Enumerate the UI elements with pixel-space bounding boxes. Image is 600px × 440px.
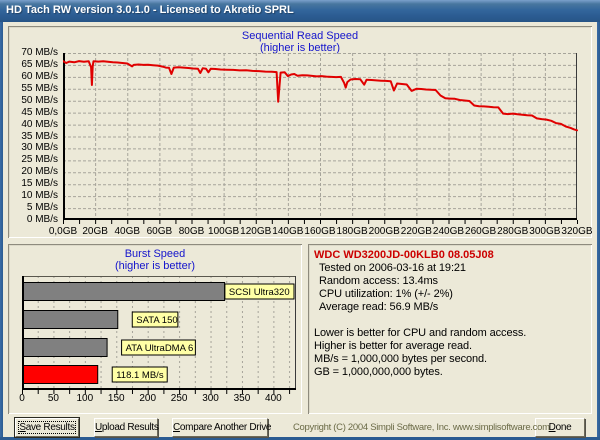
seq-x-tick-label: 20GB [82,226,108,237]
seq-x-tick-label: 220GB [400,226,432,237]
seq-y-tick-label: 30 MB/s [21,142,58,154]
burst-bar-label: 118.1 MB/s [116,370,164,381]
seq-y-tick-label: 15 MB/s [21,178,58,190]
burst-x-tick-label: 250 [170,393,188,404]
burst-bar-1 [23,282,226,301]
burst-x-tick-label: 50 [47,393,59,404]
burst-x-tick-label: 150 [107,393,125,404]
burst-plot: SCSI Ultra320 SATA 150 ATA UltraDMA 6 118.1… [22,276,296,394]
burst-x-tick-label: 350 [233,393,251,404]
window-title: HD Tach RW version 3.0.1.0 - Licensed to… [6,4,294,16]
upload-results-button[interactable]: Upload Results [94,418,159,437]
burst-bar-3 [23,338,108,357]
copyright-text: Copyright (C) 2004 Simpli Software, Inc.… [293,422,550,433]
burst-speed-panel: Burst Speed (higher is better) SCSI Ultr… [8,244,302,414]
burst-bar-label: SATA 150 [136,315,177,326]
burst-chart-title-line1: Burst Speed [124,248,186,260]
seq-read-plot [63,53,578,224]
seq-x-tick-label: 260GB [465,226,497,237]
info-line: Tested on 2006-03-16 at 19:21 [319,262,466,274]
burst-x-tick-label: 200 [139,393,157,404]
seq-x-tick-label: 300GB [529,226,561,237]
compare-another-drive-button[interactable]: Compare Another Drive [172,418,272,437]
info-line: Random access: 13.4ms [319,275,438,287]
burst-x-tick-label: 0 [19,393,25,404]
drive-name: WDC WD3200JD-00KLB0 08.05J08 [314,249,494,261]
info-line: GB = 1,000,000,000 bytes. [314,366,443,378]
info-line: Lower is better for CPU and random acces… [314,327,527,339]
seq-y-tick-label: 20 MB/s [21,166,58,178]
burst-chart-title-line2: (higher is better) [114,260,196,272]
seq-y-tick-label: 0 MB/s [26,214,58,225]
burst-bar-4 [23,365,99,384]
seq-chart-title: Sequential Read Speed (higher is better) [8,30,592,54]
burst-x-tick-label: 300 [202,393,219,404]
seq-x-tick-label: 280GB [497,226,529,237]
seq-x-tick-label: 80GB [178,226,205,237]
save-results-button[interactable]: Save Results [15,418,79,437]
seq-x-tick-label: 60GB [146,226,173,237]
seq-y-tick-label: 50 MB/s [21,94,58,106]
drive-info-panel: WDC WD3200JD-00KLB0 08.05J08 Tested on 2… [308,244,592,414]
seq-y-tick-label: 25 MB/s [21,154,58,166]
seq-x-tick-label: 0,0GB [48,226,78,237]
seq-y-tick-label: 5 MB/s [26,202,58,214]
burst-x-tick-label: 100 [76,393,94,404]
seq-x-tick-label: 100GB [208,226,240,237]
seq-y-tick-label: 45 MB/s [21,106,58,118]
info-line: CPU utilization: 1% (+/- 2%) [319,288,453,300]
burst-chart-title: Burst Speed (higher is better) [8,248,302,272]
seq-y-tick-label: 55 MB/s [21,82,58,94]
seq-x-tick-label: 180GB [336,226,368,237]
seq-chart-title-line1: Sequential Read Speed [241,30,359,42]
hdtach-window: HD Tach RW version 3.0.1.0 - Licensed to… [0,0,600,440]
seq-y-tick-label: 35 MB/s [21,130,58,142]
seq-x-tick-label: 240GB [432,226,465,237]
burst-bar-label: SCSI Ultra320 [229,287,290,298]
drive-stats: Tested on 2006-03-16 at 19:21 Random acce… [314,262,586,314]
window-border-left [0,22,3,437]
burst-bar-2 [23,310,119,329]
drive-notes: Lower is better for CPU and random acces… [314,327,586,379]
seq-y-tick-label: 40 MB/s [21,118,58,130]
burst-bar-label: ATA UltraDMA 6 [126,343,194,354]
seq-y-tick-label: 70 MB/s [21,47,58,58]
seq-x-tick-label: 120GB [240,226,272,237]
seq-x-tick-label: 160GB [304,226,336,237]
seq-x-tick-label: 40GB [114,226,141,237]
seq-x-tick-label: 140GB [272,226,304,237]
seq-y-tick-label: 65 MB/s [21,58,58,70]
sequential-read-panel: Sequential Read Speed (higher is better)… [8,26,593,238]
seq-x-tick-label: 320GB [561,226,593,237]
window-titlebar[interactable]: HD Tach RW version 3.0.1.0 - Licensed to… [0,0,600,22]
seq-x-tick-label: 200GB [368,226,400,237]
seq-y-tick-label: 10 MB/s [21,190,58,202]
info-line: MB/s = 1,000,000 bytes per second. [314,353,488,365]
info-line: Higher is better for average read. [314,340,473,352]
seq-y-tick-label: 60 MB/s [21,70,58,82]
info-gap [314,314,586,327]
burst-x-tick-label: 400 [265,393,282,404]
info-line: Average read: 56.9 MB/s [319,301,439,313]
